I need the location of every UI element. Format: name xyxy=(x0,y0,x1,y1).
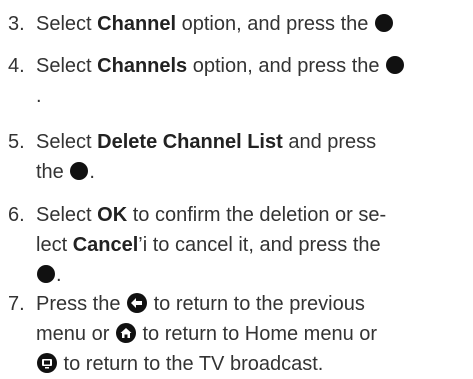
home-icon xyxy=(115,323,136,343)
menu-option-channel: Channel xyxy=(97,13,177,35)
ok-button-icon xyxy=(374,14,393,32)
step-number: 5. xyxy=(8,131,25,153)
menu-option-channels: Channels xyxy=(97,55,188,77)
step-number: 4. xyxy=(8,55,25,77)
menu-option-delete-channel-list: Delete Channel List xyxy=(97,131,283,153)
step-number: 7. xyxy=(8,293,25,315)
step-number: 6. xyxy=(8,204,25,226)
step-3: 3. Select Channel option, and press the xyxy=(8,9,468,39)
tv-broadcast-icon xyxy=(37,353,57,373)
step-6: 6. Select OK to confirm the deletion or s… xyxy=(8,200,468,290)
menu-option-ok: OK xyxy=(97,204,128,226)
step-4: 4. Select Channels option, and press the … xyxy=(8,51,468,111)
step-7: 7. Press the to return to the previous me… xyxy=(8,289,468,379)
step-number: 3. xyxy=(8,13,25,35)
ok-button-icon xyxy=(386,56,405,74)
back-arrow-icon xyxy=(127,293,148,313)
step-5: 5. Select Delete Channel List and press t… xyxy=(8,127,468,187)
ok-button-icon xyxy=(70,162,89,180)
ok-button-icon xyxy=(37,265,55,283)
menu-option-cancel: Cancel xyxy=(72,234,139,256)
